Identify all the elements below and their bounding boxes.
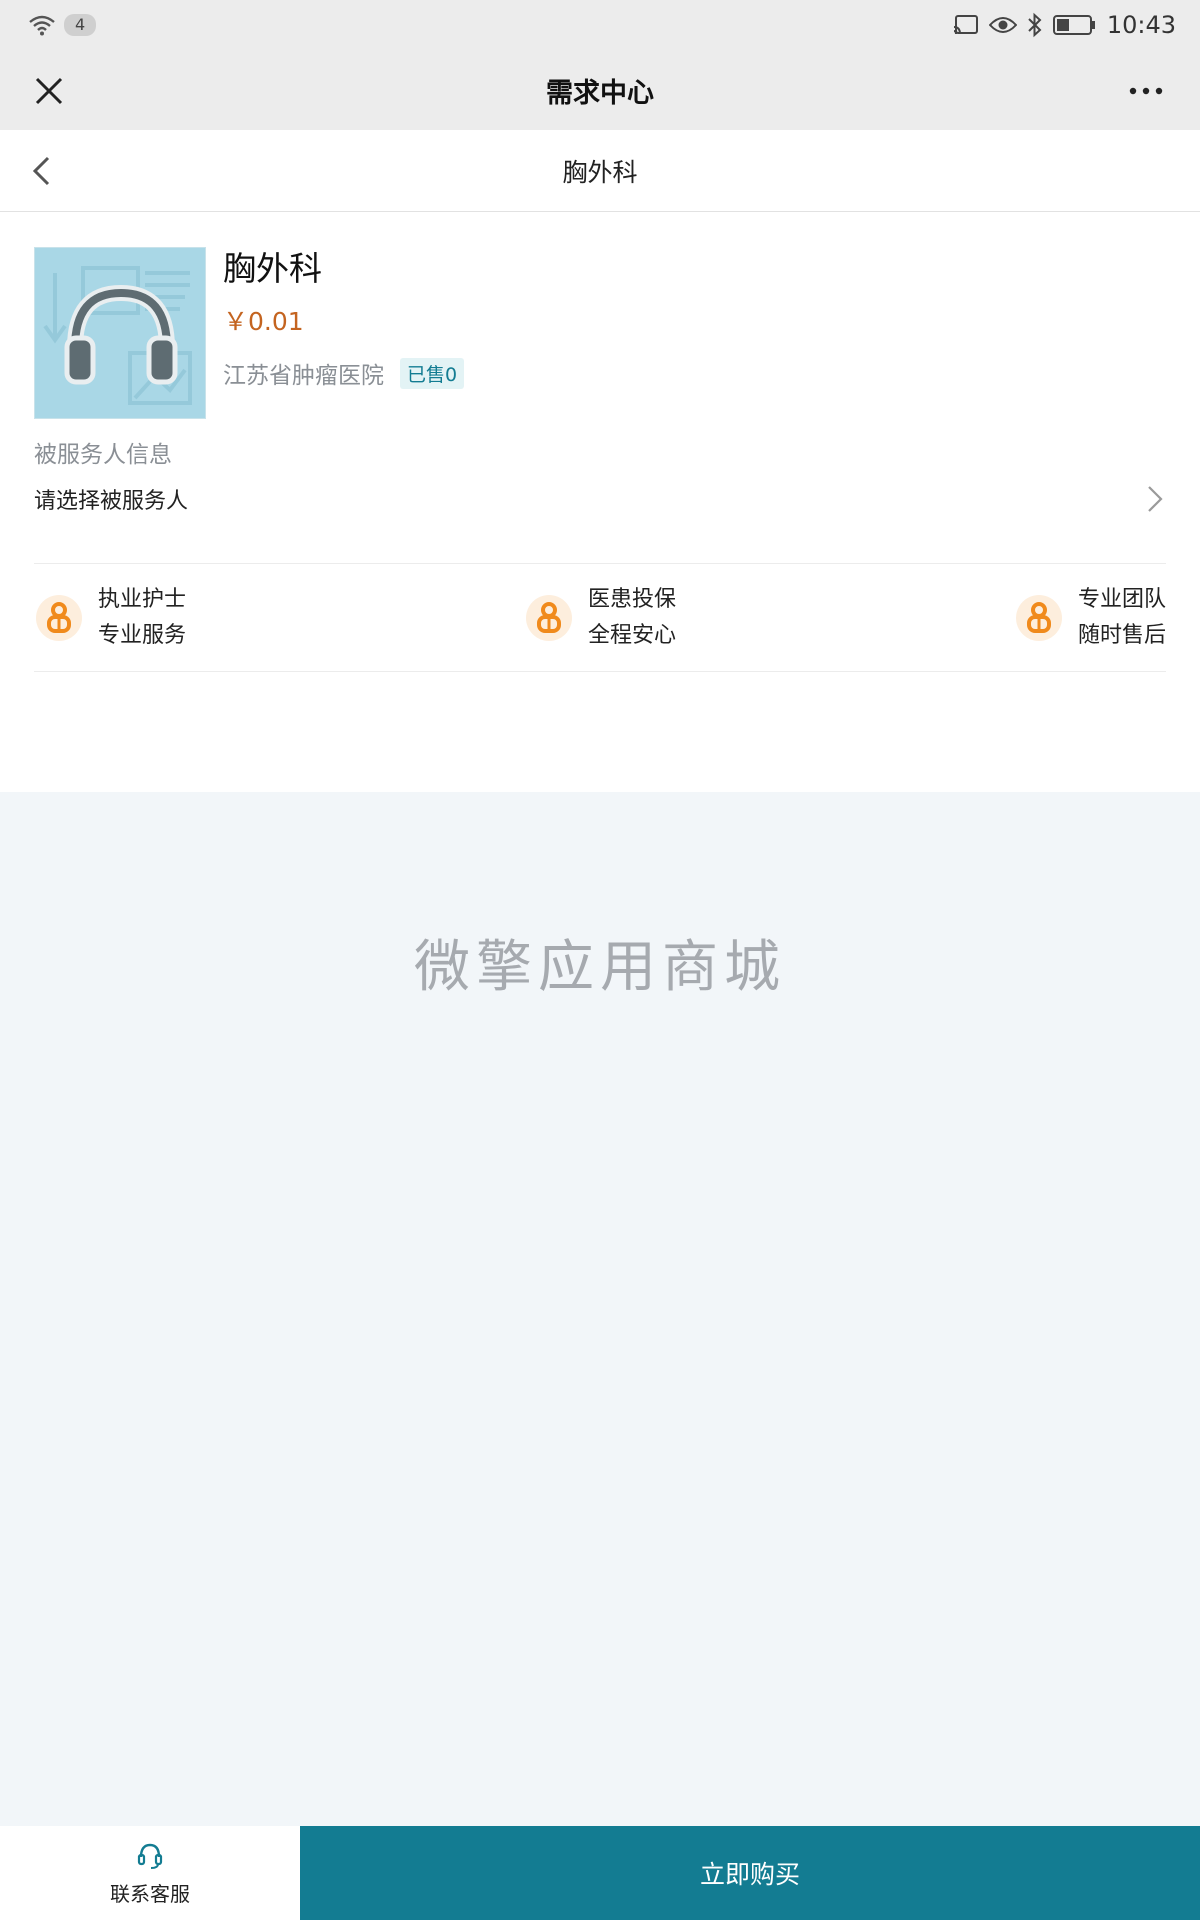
select-placeholder: 请选择被服务人 [34, 489, 189, 514]
service-section-label: 被服务人信息 [34, 442, 172, 468]
product-thumbnail [34, 247, 206, 419]
buy-now-button[interactable]: 立即购买 [300, 1826, 1200, 1920]
status-bar: 4 10:43 [0, 0, 1200, 50]
close-icon[interactable] [32, 74, 66, 108]
title-bar: 需求中心 [0, 50, 1200, 130]
feature-subtitle: 专业服务 [98, 622, 187, 648]
chevron-left-icon[interactable] [26, 154, 60, 188]
bottom-action-bar: 联系客服 立即购买 [0, 1826, 1200, 1920]
product-card: 胸外科 ￥0.01 江苏省肿瘤医院 已售0 被服务人信息 请选择被服务人 执业护… [0, 212, 1200, 792]
battery-icon [1052, 15, 1095, 35]
feature-title: 专业团队 [1077, 586, 1166, 612]
feature-subtitle: 全程安心 [587, 622, 676, 648]
feature-title: 执业护士 [98, 586, 187, 612]
more-dots-icon[interactable] [1128, 76, 1164, 106]
sim-badge: 4 [64, 14, 97, 36]
sold-badge: 已售0 [400, 357, 465, 389]
feature-text: 专业团队 随时售后 [1078, 582, 1166, 654]
watermark-text: 微擎应用商城 [414, 935, 786, 1000]
feature-item: 执业护士 专业服务 [34, 582, 214, 654]
product-meta: 江苏省肿瘤医院 已售0 [223, 356, 465, 390]
page-header: 胸外科 [0, 130, 1200, 212]
feature-item: 专业团队 随时售后 [1014, 582, 1166, 654]
headset-icon [137, 1843, 163, 1869]
hospital-name: 江苏省肿瘤医院 [223, 363, 384, 389]
product-price: ￥0.01 [223, 307, 304, 336]
page-title: 需求中心 [546, 77, 654, 109]
headphones-icon [35, 248, 205, 418]
badge-icon [36, 594, 82, 641]
status-left: 4 [28, 14, 97, 36]
status-right: 10:43 [953, 11, 1176, 39]
feature-item: 医患投保 全程安心 [524, 582, 704, 654]
product-name: 胸外科 [223, 249, 322, 288]
badge-icon [1015, 594, 1062, 641]
eye-icon [988, 17, 1017, 33]
cast-icon [953, 15, 978, 35]
header-title: 胸外科 [562, 157, 638, 187]
bluetooth-icon [1028, 12, 1042, 38]
feature-text: 执业护士 专业服务 [98, 582, 186, 654]
wifi-icon [29, 15, 55, 36]
customer-service-label: 联系客服 [110, 1881, 190, 1906]
feature-text: 医患投保 全程安心 [588, 582, 676, 654]
feature-title: 医患投保 [587, 586, 676, 612]
feature-subtitle: 随时售后 [1077, 622, 1166, 648]
chevron-right-icon [1148, 486, 1163, 512]
feature-list: 执业护士 专业服务 医患投保 全程安心 专业团队 随时售后 [34, 563, 1166, 672]
clock: 10:43 [1106, 11, 1176, 39]
select-service-recipient[interactable]: 请选择被服务人 [34, 474, 1166, 524]
badge-icon [525, 594, 572, 641]
customer-service-button[interactable]: 联系客服 [0, 1826, 300, 1920]
